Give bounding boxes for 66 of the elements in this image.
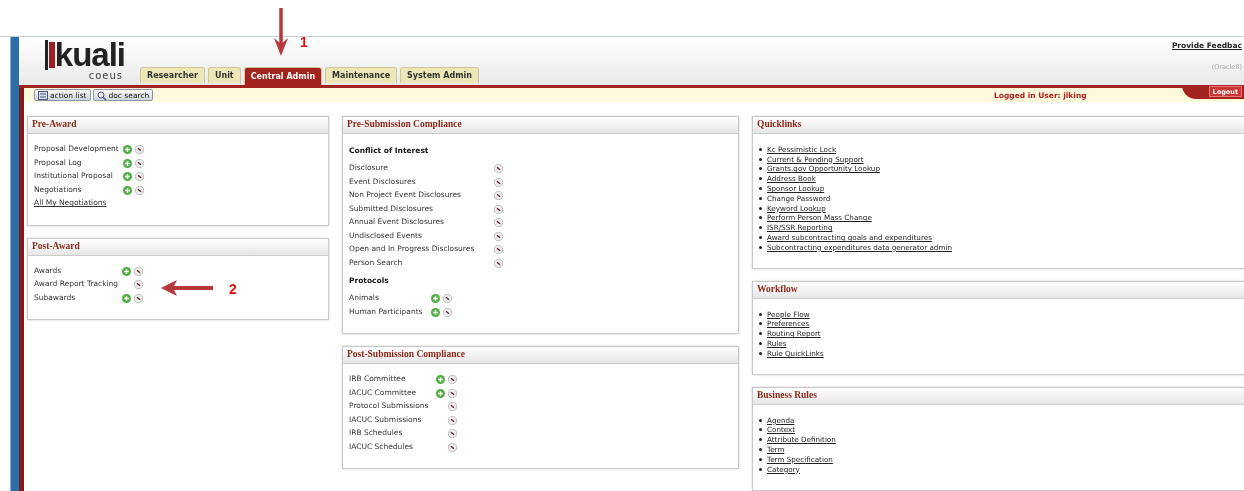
search-icon[interactable]: [448, 415, 458, 425]
bullet-icon: [759, 236, 762, 239]
search-icon[interactable]: [448, 442, 458, 452]
bullet-icon: [759, 322, 762, 326]
bullet-icon: [759, 157, 762, 161]
search-icon[interactable]: [134, 293, 144, 303]
search-icon[interactable]: [494, 231, 504, 241]
search-icon[interactable]: [494, 204, 504, 214]
search-icon[interactable]: [134, 172, 144, 182]
bullet-icon: [759, 226, 762, 230]
panel-title: Workflow: [753, 282, 1244, 300]
bullet-icon: [759, 448, 762, 451]
search-icon[interactable]: [442, 307, 452, 317]
search-icon[interactable]: [448, 402, 458, 412]
product-name: coeus: [88, 70, 123, 82]
search-icon[interactable]: [494, 245, 504, 255]
search-icon[interactable]: [134, 185, 144, 195]
panel-title: Business Rules: [753, 388, 1244, 406]
search-icon[interactable]: [448, 388, 458, 398]
nav-tab[interactable]: Researcher: [140, 66, 205, 83]
bullet-icon: [759, 206, 762, 210]
panel-title: Pre-Submission Compliance: [343, 117, 738, 135]
search-icon[interactable]: [442, 294, 452, 304]
bullet-icon: [759, 342, 762, 345]
search-icon[interactable]: [134, 280, 144, 290]
bullet-icon: [759, 216, 762, 220]
bullet-icon: [759, 467, 762, 471]
search-icon[interactable]: [448, 375, 458, 385]
bullet-icon: [759, 196, 762, 200]
search-icon[interactable]: [494, 191, 504, 201]
nav-tab[interactable]: Maintenance: [325, 66, 398, 83]
panel-title: Post-Submission Compliance: [343, 347, 738, 365]
panel-title: Pre-Award: [28, 117, 328, 135]
search-icon[interactable]: [448, 429, 458, 439]
search-icon[interactable]: [134, 266, 144, 276]
bullet-icon: [759, 418, 762, 422]
bullet-icon: [759, 332, 762, 336]
nav-tab[interactable]: System Admin: [400, 66, 479, 83]
bullet-icon: [759, 147, 762, 151]
bullet-icon: [759, 245, 762, 249]
arrow-callout: [161, 280, 213, 296]
search-icon[interactable]: [494, 164, 504, 174]
callout-number: 1: [300, 34, 308, 50]
logo-mark-icon: [44, 39, 55, 70]
search-icon[interactable]: [494, 258, 504, 268]
bullet-icon: [759, 351, 762, 355]
search-icon[interactable]: [134, 158, 144, 168]
bullet-icon: [759, 438, 762, 442]
nav-tab[interactable]: Central Admin: [243, 66, 323, 85]
bullet-icon: [759, 312, 762, 316]
search-icon[interactable]: [494, 218, 504, 228]
bullet-icon: [759, 187, 762, 191]
search-icon[interactable]: [134, 145, 144, 155]
bullet-icon: [759, 428, 762, 432]
nav-tab[interactable]: Unit: [207, 66, 241, 83]
arrow-callout: [274, 8, 288, 56]
bullet-icon: [759, 167, 762, 171]
search-icon[interactable]: [494, 177, 504, 187]
panel-title: Quicklinks: [753, 117, 1244, 135]
logo: kuali: [54, 39, 125, 70]
panel-title: Post-Award: [28, 238, 328, 256]
list-icon: [38, 90, 48, 100]
bullet-icon: [759, 457, 762, 461]
search-icon: [96, 90, 107, 100]
callout-number: 2: [229, 281, 237, 297]
bullet-icon: [759, 177, 762, 181]
